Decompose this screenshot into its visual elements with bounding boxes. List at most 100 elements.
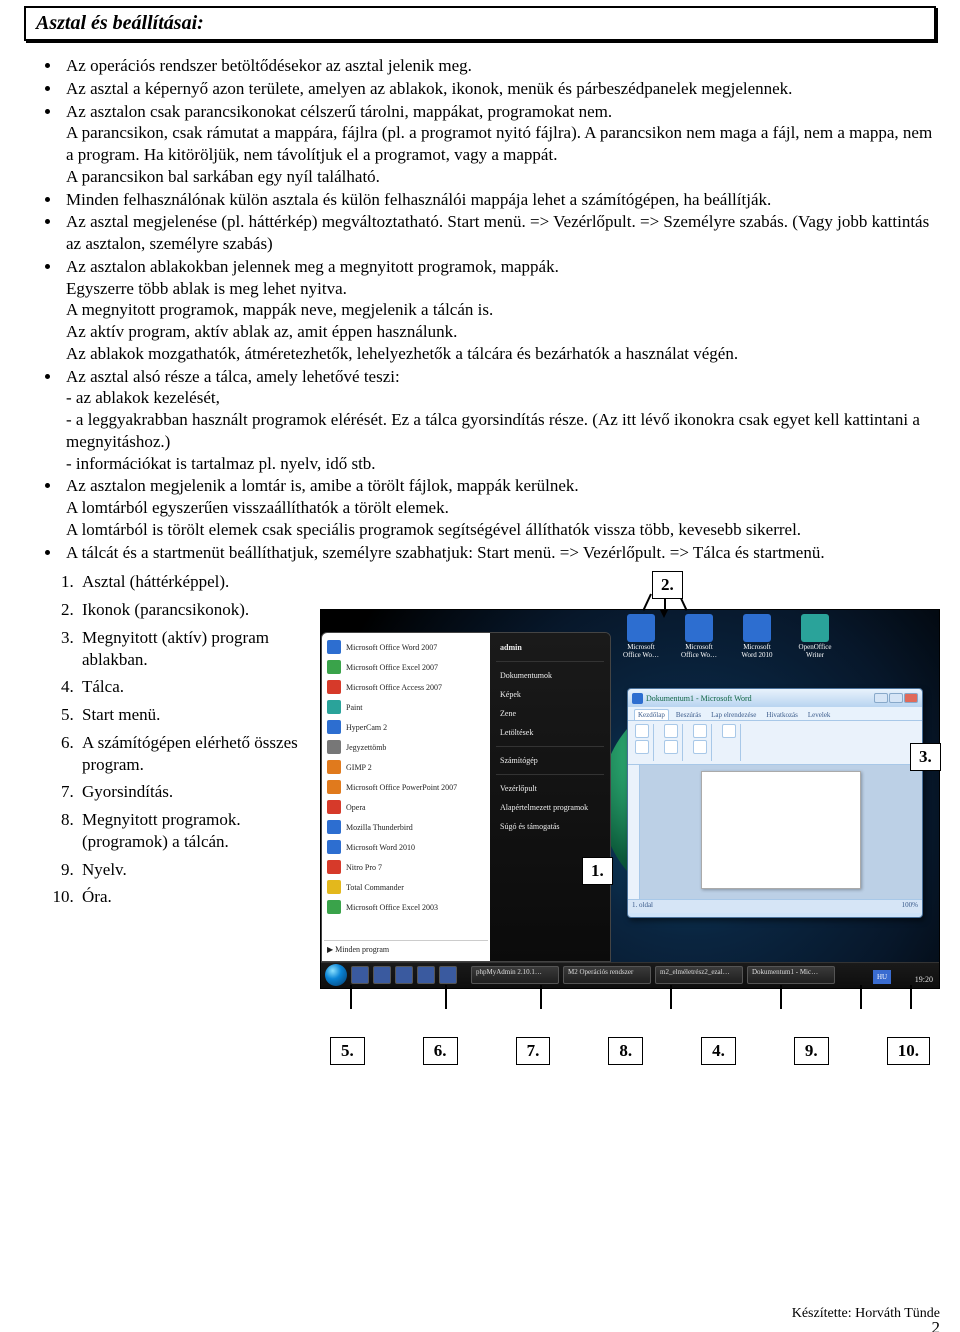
clipboard-icon[interactable] xyxy=(635,724,649,738)
program-label: Nitro Pro 7 xyxy=(346,863,382,872)
quick-launch-item[interactable] xyxy=(395,966,413,984)
all-programs-item[interactable]: ▶ Minden program xyxy=(324,940,488,957)
numbered-item: Start menü. xyxy=(78,704,300,726)
numbered-item: Ikonok (parancsikonok). xyxy=(78,599,300,621)
start-menu-program-item[interactable]: Microsoft Word 2010 xyxy=(324,837,488,857)
window-titlebar[interactable]: Dokumentum1 - Microsoft Word xyxy=(628,689,922,707)
start-menu-place-item[interactable]: Alapértelmezett programok xyxy=(496,799,604,816)
start-menu-program-item[interactable]: Microsoft Office Excel 2007 xyxy=(324,657,488,677)
start-menu-program-item[interactable]: Microsoft Office PowerPoint 2007 xyxy=(324,777,488,797)
program-label: Microsoft Word 2010 xyxy=(346,843,415,852)
shortcut-icon xyxy=(627,614,655,642)
program-icon xyxy=(327,680,341,694)
bullet-item: Az asztalon megjelenik a lomtár is, amib… xyxy=(62,475,940,540)
callout-2: 2. xyxy=(652,571,683,599)
page-number: 2 xyxy=(932,1318,941,1332)
bullet-item: Az asztal a képernyő azon területe, amel… xyxy=(62,78,940,100)
numbered-item: Megnyitott programok. (programok) a tálc… xyxy=(78,809,300,853)
ribbon-tab[interactable]: Lap elrendezése xyxy=(708,710,759,720)
quick-launch-item[interactable] xyxy=(439,966,457,984)
start-menu-place-item[interactable]: Súgó és támogatás xyxy=(496,818,604,835)
desktop-shortcut[interactable]: Microsoft Office Wo… xyxy=(679,614,719,659)
start-menu-place-item[interactable]: Letöltések xyxy=(496,724,604,741)
program-icon xyxy=(327,800,341,814)
shortcut-label: Microsoft Office Wo… xyxy=(679,644,719,659)
status-left: 1. oldal xyxy=(632,901,653,912)
start-menu-place-item[interactable]: admin xyxy=(496,639,604,656)
paste-button[interactable] xyxy=(635,740,649,754)
styles-icon[interactable] xyxy=(722,724,736,738)
language-indicator[interactable]: HU xyxy=(873,970,891,984)
bullet-item: A tálcát és a startmenüt beállíthatjuk, … xyxy=(62,542,940,564)
start-menu-program-item[interactable]: Opera xyxy=(324,797,488,817)
ribbon-tab[interactable]: Hivatkozás xyxy=(763,710,801,720)
program-label: Microsoft Office Excel 2007 xyxy=(346,663,438,672)
program-label: Microsoft Office Excel 2003 xyxy=(346,903,438,912)
align-center-button[interactable] xyxy=(693,740,707,754)
shortcut-icon xyxy=(685,614,713,642)
callout-1: 1. xyxy=(582,857,613,885)
italic-button[interactable] xyxy=(664,740,678,754)
start-menu-place-item[interactable]: Képek xyxy=(496,686,604,703)
start-menu-program-item[interactable]: Microsoft Office Word 2007 xyxy=(324,637,488,657)
start-menu-place-item[interactable]: Számítógép xyxy=(496,752,604,769)
close-button[interactable] xyxy=(904,693,918,703)
section-title: Asztal és beállításai: xyxy=(24,6,936,41)
bullet-item: Az asztalon ablakokban jelennek meg a me… xyxy=(62,256,940,365)
desktop-shortcut[interactable]: Microsoft Word 2010 xyxy=(737,614,777,659)
program-label: Jegyzettömb xyxy=(346,743,386,752)
taskbar-item[interactable]: Dokumentum1 - Mic… xyxy=(747,966,835,984)
minimize-button[interactable] xyxy=(874,693,888,703)
start-menu-program-item[interactable]: Microsoft Office Excel 2003 xyxy=(324,897,488,917)
start-menu-place-item[interactable]: Dokumentumok xyxy=(496,667,604,684)
word-window[interactable]: Dokumentum1 - Microsoft Word Kezdőlap Bes… xyxy=(627,688,923,918)
bold-button[interactable] xyxy=(664,724,678,738)
program-icon xyxy=(327,720,341,734)
program-label: Total Commander xyxy=(346,883,404,892)
start-menu-program-item[interactable]: Paint xyxy=(324,697,488,717)
quick-launch-item[interactable] xyxy=(417,966,435,984)
start-menu-place-item[interactable]: Zene xyxy=(496,705,604,722)
quick-launch-item[interactable] xyxy=(351,966,369,984)
desktop-screenshot: Microsoft Office Wo… Microsoft Office Wo…… xyxy=(320,609,940,989)
start-menu-program-item[interactable]: GIMP 2 xyxy=(324,757,488,777)
start-menu-place-item[interactable]: Vezérlőpult xyxy=(496,780,604,797)
callout-label: 9. xyxy=(794,1037,829,1065)
start-menu[interactable]: Microsoft Office Word 2007 Microsoft Offi… xyxy=(321,632,611,962)
start-menu-program-item[interactable]: Mozilla Thunderbird xyxy=(324,817,488,837)
numbered-item: Óra. xyxy=(78,886,300,908)
document-area[interactable] xyxy=(628,765,922,899)
bullet-item: Minden felhasználónak külön asztala és k… xyxy=(62,189,940,211)
ribbon-tab[interactable]: Beszúrás xyxy=(673,710,704,720)
taskbar-item[interactable]: M2 Operációs rendszer xyxy=(563,966,651,984)
desktop-shortcut[interactable]: Microsoft Office Wo… xyxy=(621,614,661,659)
start-menu-program-item[interactable]: Microsoft Office Access 2007 xyxy=(324,677,488,697)
desktop-figure: 2. 3. 1. Microsoft Office Wo…Microsoft O… xyxy=(320,585,940,1005)
program-label: Microsoft Office PowerPoint 2007 xyxy=(346,783,457,792)
clock[interactable]: 19:20 xyxy=(915,975,933,984)
start-menu-program-item[interactable]: Nitro Pro 7 xyxy=(324,857,488,877)
desktop-shortcut[interactable]: OpenOffice Writer xyxy=(795,614,835,659)
start-menu-program-item[interactable]: Total Commander xyxy=(324,877,488,897)
start-menu-program-item[interactable]: Jegyzettömb xyxy=(324,737,488,757)
start-menu-program-item[interactable]: HyperCam 2 xyxy=(324,717,488,737)
ribbon-tab[interactable]: Kezdőlap xyxy=(634,709,669,720)
system-tray: HU 19:20 xyxy=(849,962,939,988)
start-menu-places: admin Dokumentumok Képek Zene Letöltések Szám… xyxy=(490,633,610,961)
program-icon xyxy=(327,880,341,894)
callout-label: 6. xyxy=(423,1037,458,1065)
program-label: Microsoft Office Access 2007 xyxy=(346,683,442,692)
program-icon xyxy=(327,640,341,654)
taskbar-item[interactable]: m2_elméletrész2_ezal… xyxy=(655,966,743,984)
quick-launch-item[interactable] xyxy=(373,966,391,984)
ribbon-tab[interactable]: Levelek xyxy=(805,710,834,720)
page-footer: Készítette: Horváth Tünde xyxy=(792,1306,940,1322)
taskbar-item[interactable]: phpMyAdmin 2.10.1… xyxy=(471,966,559,984)
program-icon xyxy=(327,660,341,674)
maximize-button[interactable] xyxy=(889,693,903,703)
callout-3: 3. xyxy=(910,743,941,771)
align-left-button[interactable] xyxy=(693,724,707,738)
document-page[interactable] xyxy=(701,771,861,889)
numbered-list: Asztal (háttérképpel).Ikonok (parancsiko… xyxy=(20,571,300,908)
numbered-item: A számítógépen elérhető összes program. xyxy=(78,732,300,776)
